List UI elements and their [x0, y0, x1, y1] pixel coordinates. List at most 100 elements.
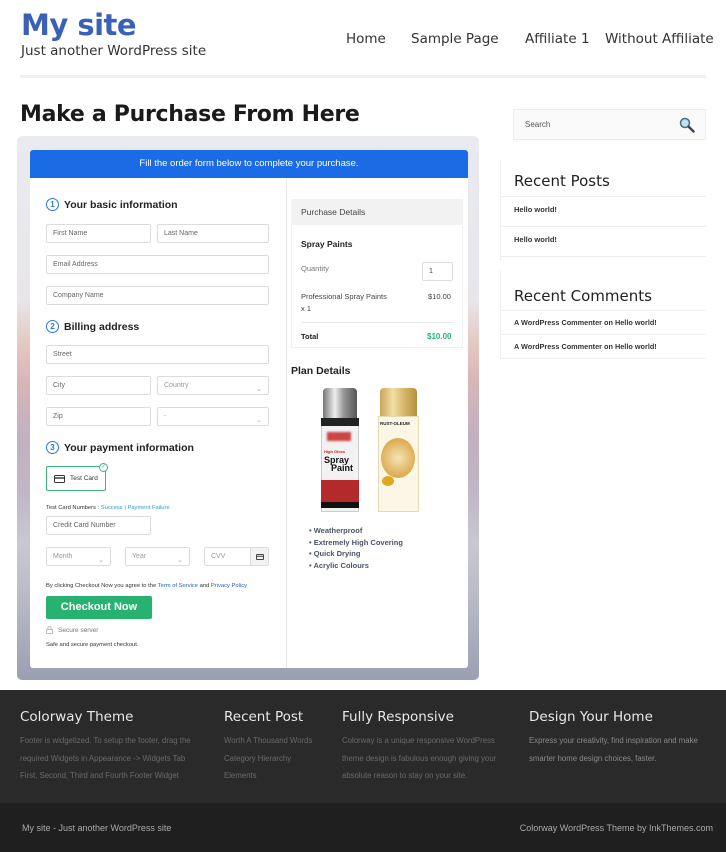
country-select-value: Country: [164, 382, 189, 389]
first-name-input[interactable]: First Name: [46, 224, 151, 243]
credit-card-number-input[interactable]: Credit Card Number: [46, 516, 151, 535]
footer-col3-text: Colorway is a unique responsive WordPres…: [342, 736, 497, 780]
section-title: Your payment information: [64, 441, 194, 454]
comment-post-link[interactable]: Hello world!: [615, 318, 657, 327]
cvv-card-icon: [250, 548, 268, 565]
year-select-value: Year: [132, 553, 147, 560]
total-label: Total: [301, 332, 319, 341]
secure-server: Secure server: [46, 626, 98, 634]
comment-author-link[interactable]: A WordPress Commenter: [514, 318, 602, 327]
recent-comment: A WordPress Commenter on Hello world!: [500, 311, 706, 335]
purchase-details-header: Purchase Details: [291, 199, 463, 225]
recent-comments-heading: Recent Comments: [514, 287, 652, 305]
product-name: Spray Paints: [301, 239, 353, 249]
state-select-value: -: [164, 413, 167, 420]
step-number-icon: 1: [46, 198, 59, 211]
step-number-icon: 2: [46, 320, 59, 333]
chevron-down-icon: ⌄: [98, 557, 104, 564]
comment-author-link[interactable]: A WordPress Commenter: [514, 342, 602, 351]
month-select-value: Month: [53, 553, 73, 560]
quantity-label: Quantity: [301, 264, 329, 273]
plan-features-list: • Weatherproof • Extremely High Covering…: [309, 525, 403, 571]
company-input[interactable]: Company Name: [46, 286, 269, 305]
recent-post-link[interactable]: Hello world!: [500, 227, 706, 257]
payment-failure-link[interactable]: Payment Failure: [127, 505, 169, 511]
spray-paint-can-gold-image: RUST-OLEUM: [378, 388, 419, 512]
recent-posts-heading: Recent Posts: [514, 172, 610, 190]
nav-home[interactable]: Home: [346, 31, 386, 47]
country-select[interactable]: Country ⌄: [157, 376, 269, 395]
agreement-text: By clicking Checkout Now you agree to th…: [46, 583, 247, 589]
can2-brand: RUST-OLEUM: [380, 421, 410, 426]
email-input[interactable]: Email Address: [46, 255, 269, 274]
comment-on: on: [604, 342, 613, 351]
search-input[interactable]: Search: [513, 109, 706, 140]
search-placeholder: Search: [525, 120, 551, 129]
privacy-policy-link[interactable]: Privacy Policy: [211, 583, 247, 589]
column-divider: [286, 178, 287, 668]
success-link[interactable]: Success: [101, 505, 123, 511]
selected-check-icon: ✓: [99, 463, 108, 472]
footer-post-link[interactable]: Elements: [224, 767, 312, 785]
footer-col1-text: Footer is widgetized. To setup the foote…: [20, 736, 191, 780]
recent-comment: A WordPress Commenter on Hello world!: [500, 335, 706, 359]
nav-sample-page[interactable]: Sample Page: [411, 31, 499, 47]
footer-theme-credit[interactable]: Colorway WordPress Theme by InkThemes.co…: [520, 823, 713, 833]
agreement-and: and: [199, 583, 210, 589]
year-select[interactable]: Year ⌄: [125, 547, 190, 566]
link-separator: |: [124, 505, 126, 511]
spray-paint-can-silver-image: High Gloss Spray Paint: [321, 388, 359, 512]
city-input[interactable]: City: [46, 376, 151, 395]
nav-without-affiliate[interactable]: Without Affiliate: [605, 31, 714, 47]
zip-input[interactable]: Zip: [46, 407, 151, 426]
plan-feature: • Quick Drying: [309, 549, 361, 558]
site-title[interactable]: My site: [21, 8, 137, 42]
footer-col4-title: Design Your Home: [529, 709, 653, 725]
footer-col4-text: Express your creativity, find inspiratio…: [529, 736, 698, 763]
recent-post-link[interactable]: Hello world!: [500, 197, 706, 227]
section-billing-heading: 2 Billing address: [46, 320, 139, 333]
line-item-price: $10.00: [428, 292, 451, 301]
plan-feature: • Weatherproof: [309, 526, 363, 535]
section-title: Your basic information: [64, 198, 178, 211]
page-title: Make a Purchase From Here: [20, 102, 360, 127]
chevron-down-icon: ⌄: [256, 417, 262, 424]
footer-col1-title: Colorway Theme: [20, 709, 134, 725]
checkout-now-button[interactable]: Checkout Now: [46, 596, 152, 619]
state-select[interactable]: - ⌄: [157, 407, 269, 426]
footer-post-link[interactable]: Worth A Thousand Words: [224, 732, 312, 750]
chevron-down-icon: ⌄: [177, 557, 183, 564]
line-item-name: Professional Spray Paints: [301, 292, 387, 301]
can1-label: High Gloss Spray Paint: [324, 449, 354, 473]
month-select[interactable]: Month ⌄: [46, 547, 111, 566]
footer-col3-title: Fully Responsive: [342, 709, 454, 725]
last-name-input[interactable]: Last Name: [157, 224, 269, 243]
test-card-numbers: Test Card Numbers : Success | Payment Fa…: [46, 505, 170, 511]
comment-on: on: [604, 318, 613, 327]
footer-col2-title: Recent Post: [224, 709, 304, 725]
section-basic-info-heading: 1 Your basic information: [46, 198, 178, 211]
terms-of-service-link[interactable]: Term of Service: [158, 583, 198, 589]
quantity-input[interactable]: 1: [422, 262, 453, 281]
site-tagline: Just another WordPress site: [21, 43, 207, 59]
credit-card-icon: [54, 474, 65, 483]
total-value: $10.00: [427, 332, 452, 341]
step-number-icon: 3: [46, 441, 59, 454]
line-item-qty: x 1: [301, 304, 312, 313]
search-icon[interactable]: [679, 117, 695, 133]
cvv-input[interactable]: CVV: [204, 547, 269, 566]
footer-site-credit[interactable]: My site - Just another WordPress site: [22, 823, 171, 833]
nav-affiliate-1[interactable]: Affiliate 1: [525, 31, 590, 47]
comment-post-link[interactable]: Hello world!: [615, 342, 657, 351]
footer-col2-links: Worth A Thousand Words Category Hierarch…: [224, 732, 312, 785]
header-divider: [20, 75, 706, 78]
footer-post-link[interactable]: Category Hierarchy: [224, 750, 312, 768]
test-card-option[interactable]: Test Card: [46, 466, 106, 491]
plan-feature: • Extremely High Covering: [309, 537, 403, 547]
secure-server-label: Secure server: [58, 626, 99, 634]
cvv-placeholder: CVV: [211, 553, 226, 560]
section-payment-heading: 3 Your payment information: [46, 441, 194, 454]
plan-details-heading: Plan Details: [291, 365, 351, 377]
street-input[interactable]: Street: [46, 345, 269, 364]
order-form-banner: Fill the order form below to complete yo…: [30, 150, 468, 178]
